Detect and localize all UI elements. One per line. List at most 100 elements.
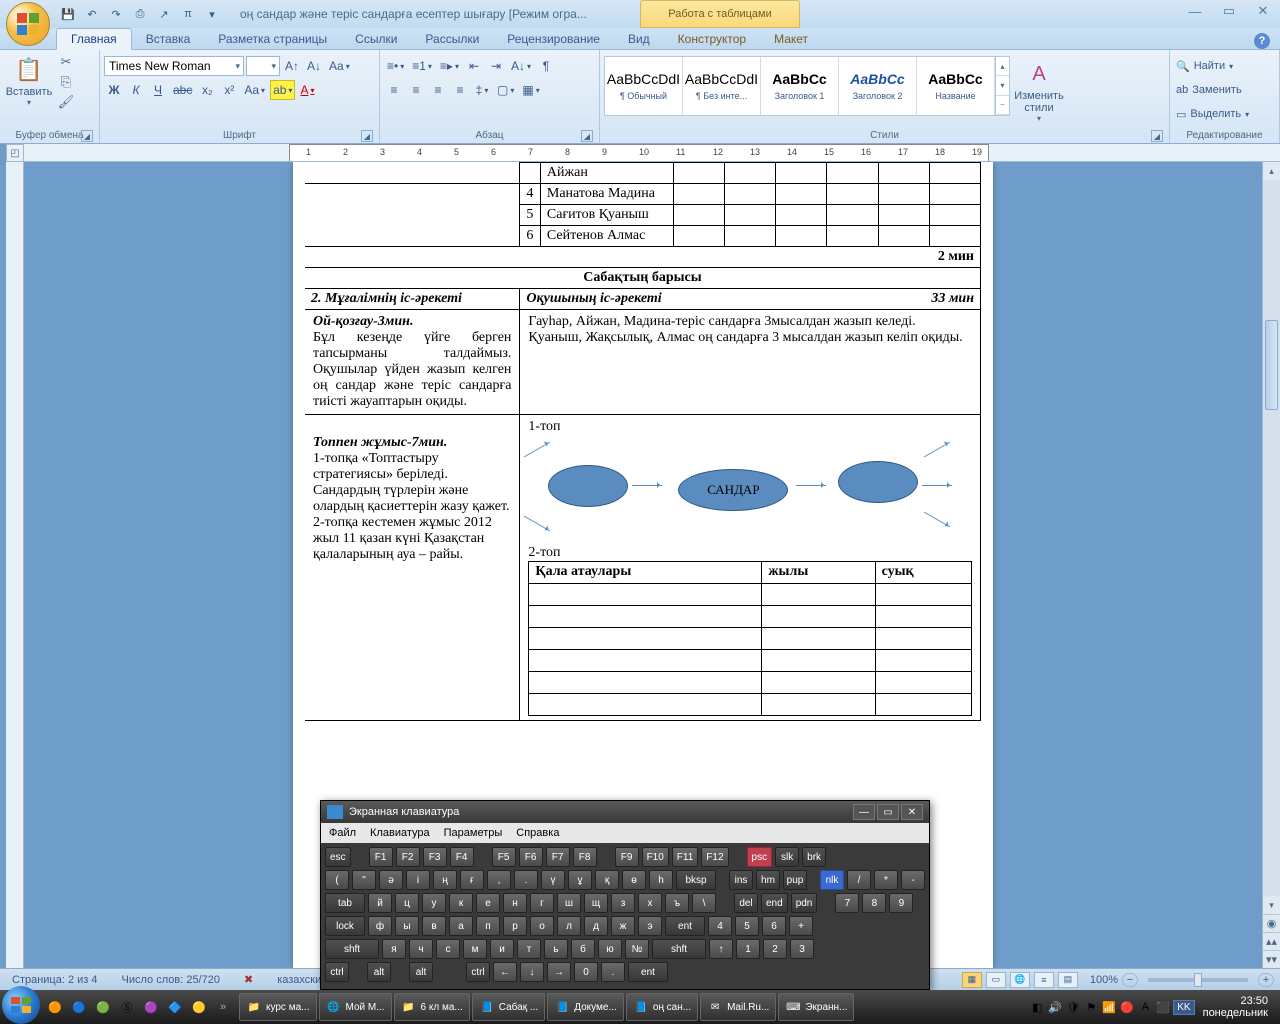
osk-key[interactable]: . <box>601 962 625 982</box>
osk-key[interactable]: F1 <box>369 847 393 867</box>
osk-key[interactable]: ent <box>665 916 705 936</box>
ql-item[interactable]: Ⓢ <box>116 995 138 1019</box>
sort-button[interactable]: A↓ <box>508 56 534 76</box>
font-name-combo[interactable]: Times New Roman <box>104 56 244 76</box>
style-item[interactable]: AaBbCcЗаголовок 1 <box>761 57 839 115</box>
copy-icon[interactable]: ⎘ <box>58 74 74 90</box>
gallery-up-icon[interactable]: ▴ <box>996 57 1009 76</box>
ql-item[interactable]: 🟠 <box>44 995 66 1019</box>
osk-key[interactable]: F8 <box>573 847 597 867</box>
taskbar-item[interactable]: 🌐Мой М... <box>319 993 392 1021</box>
multilevel-button[interactable]: ≡▸ <box>437 56 462 76</box>
shading-button[interactable]: ▢ <box>494 80 517 100</box>
italic-button[interactable]: К <box>126 80 146 100</box>
next-page-icon[interactable]: ▾▾ <box>1263 950 1280 968</box>
osk-key[interactable]: г <box>530 893 554 913</box>
tray-icon[interactable]: 🛡 <box>1065 999 1081 1015</box>
osk-key[interactable]: ц <box>395 893 419 913</box>
numbering-button[interactable]: ≡1 <box>409 56 435 76</box>
borders-button[interactable]: ▦ <box>519 80 542 100</box>
view-full-screen[interactable]: ▭ <box>986 972 1006 988</box>
align-left-button[interactable]: ≡ <box>384 80 404 100</box>
browse-object-icon[interactable]: ◉ <box>1263 914 1280 932</box>
scrollbar-vertical[interactable]: ▴ ▾ ◉ ▴▴ ▾▾ <box>1262 162 1280 968</box>
style-item[interactable]: AaBbCcDdI¶ Без инте... <box>683 57 761 115</box>
osk-close-button[interactable]: ✕ <box>901 804 923 820</box>
superscript-button[interactable]: x² <box>219 80 239 100</box>
view-outline[interactable]: ≡ <box>1034 972 1054 988</box>
osk-key[interactable]: п <box>476 916 500 936</box>
qat-more-icon[interactable]: ▾ <box>204 6 220 22</box>
ql-item[interactable]: 🟡 <box>188 995 210 1019</box>
osk-key[interactable]: shft <box>325 939 379 959</box>
osk-key[interactable]: ← <box>493 962 517 982</box>
osk-key[interactable]: н <box>503 893 527 913</box>
osk-menu-file[interactable]: Файл <box>329 827 356 839</box>
osk-key[interactable]: nlk <box>820 870 844 890</box>
osk-maximize-button[interactable]: ▭ <box>877 804 899 820</box>
osk-key[interactable]: F5 <box>492 847 516 867</box>
replace-button[interactable]: abЗаменить <box>1174 80 1244 100</box>
osk-key[interactable]: F9 <box>615 847 639 867</box>
zoom-level[interactable]: 100% <box>1090 974 1118 986</box>
view-draft[interactable]: ▤ <box>1058 972 1078 988</box>
osk-key[interactable]: psc <box>747 847 773 867</box>
osk-minimize-button[interactable]: — <box>853 804 875 820</box>
tab-mail[interactable]: Рассылки <box>411 29 493 49</box>
osk-key[interactable]: р <box>503 916 527 936</box>
line-spacing-button[interactable]: ‡ <box>472 80 492 100</box>
underline-button[interactable]: Ч <box>148 80 168 100</box>
taskbar-item[interactable]: 📁6 кл ма... <box>394 993 470 1021</box>
tab-layout[interactable]: Разметка страницы <box>204 29 341 49</box>
view-print-layout[interactable]: ▦ <box>962 972 982 988</box>
scroll-down-icon[interactable]: ▾ <box>1263 896 1280 914</box>
osk-key[interactable]: у <box>422 893 446 913</box>
osk-key[interactable]: ч <box>409 939 433 959</box>
osk-key[interactable]: ctrl <box>466 962 490 982</box>
osk-key[interactable]: brk <box>802 847 826 867</box>
osk-key[interactable]: 7 <box>835 893 859 913</box>
scroll-up-icon[interactable]: ▴ <box>1263 162 1280 180</box>
zoom-slider[interactable] <box>1148 978 1248 982</box>
ql-more-icon[interactable]: » <box>212 995 234 1019</box>
osk-key[interactable]: ins <box>729 870 753 890</box>
shrink-font-icon[interactable]: A↓ <box>304 56 324 76</box>
osk-key[interactable]: → <box>547 962 571 982</box>
qat-custom-icon[interactable]: ⎙ <box>132 6 148 22</box>
gallery-more-icon[interactable]: ⎯ <box>996 96 1009 115</box>
osk-key[interactable]: 6 <box>762 916 786 936</box>
tray-icon[interactable]: A <box>1137 999 1153 1015</box>
taskbar-item[interactable]: 📘оң сан... <box>626 993 698 1021</box>
osk-key[interactable]: + <box>789 916 813 936</box>
osk-key[interactable]: ы <box>395 916 419 936</box>
osk-key[interactable]: " <box>352 870 376 890</box>
osk-key[interactable]: * <box>874 870 898 890</box>
undo-icon[interactable]: ↶ <box>84 6 100 22</box>
word-count[interactable]: Число слов: 25/720 <box>116 974 226 986</box>
style-item[interactable]: AaBbCcНазвание <box>917 57 995 115</box>
osk-key[interactable]: ctrl <box>325 962 349 982</box>
osk-key[interactable]: pdn <box>791 893 818 913</box>
minimize-button[interactable]: — <box>1184 2 1206 20</box>
osk-key[interactable]: ж <box>611 916 635 936</box>
osk-key[interactable]: х <box>638 893 662 913</box>
ruler-vertical[interactable] <box>6 162 24 968</box>
change-case-button[interactable]: Aa <box>241 80 268 100</box>
osk-key[interactable]: 5 <box>735 916 759 936</box>
indent-button[interactable]: ⇥ <box>486 56 506 76</box>
osk-key[interactable]: д <box>584 916 608 936</box>
find-button[interactable]: 🔍Найти▾ <box>1174 56 1235 76</box>
osk-key[interactable]: alt <box>409 962 433 982</box>
osk-key[interactable]: . <box>514 870 538 890</box>
tray-icon[interactable]: ⬛ <box>1155 999 1171 1015</box>
osk-key[interactable]: ұ <box>568 870 592 890</box>
on-screen-keyboard[interactable]: Экранная клавиатура — ▭ ✕ Файл Клавиатур… <box>320 800 930 990</box>
osk-key[interactable]: и <box>490 939 514 959</box>
redo-icon[interactable]: ↷ <box>108 6 124 22</box>
osk-key[interactable]: а <box>449 916 473 936</box>
osk-key[interactable]: del <box>734 893 758 913</box>
osk-key[interactable]: 8 <box>862 893 886 913</box>
osk-key[interactable]: 1 <box>736 939 760 959</box>
osk-key[interactable]: ent <box>628 962 668 982</box>
osk-key[interactable]: \ <box>692 893 716 913</box>
